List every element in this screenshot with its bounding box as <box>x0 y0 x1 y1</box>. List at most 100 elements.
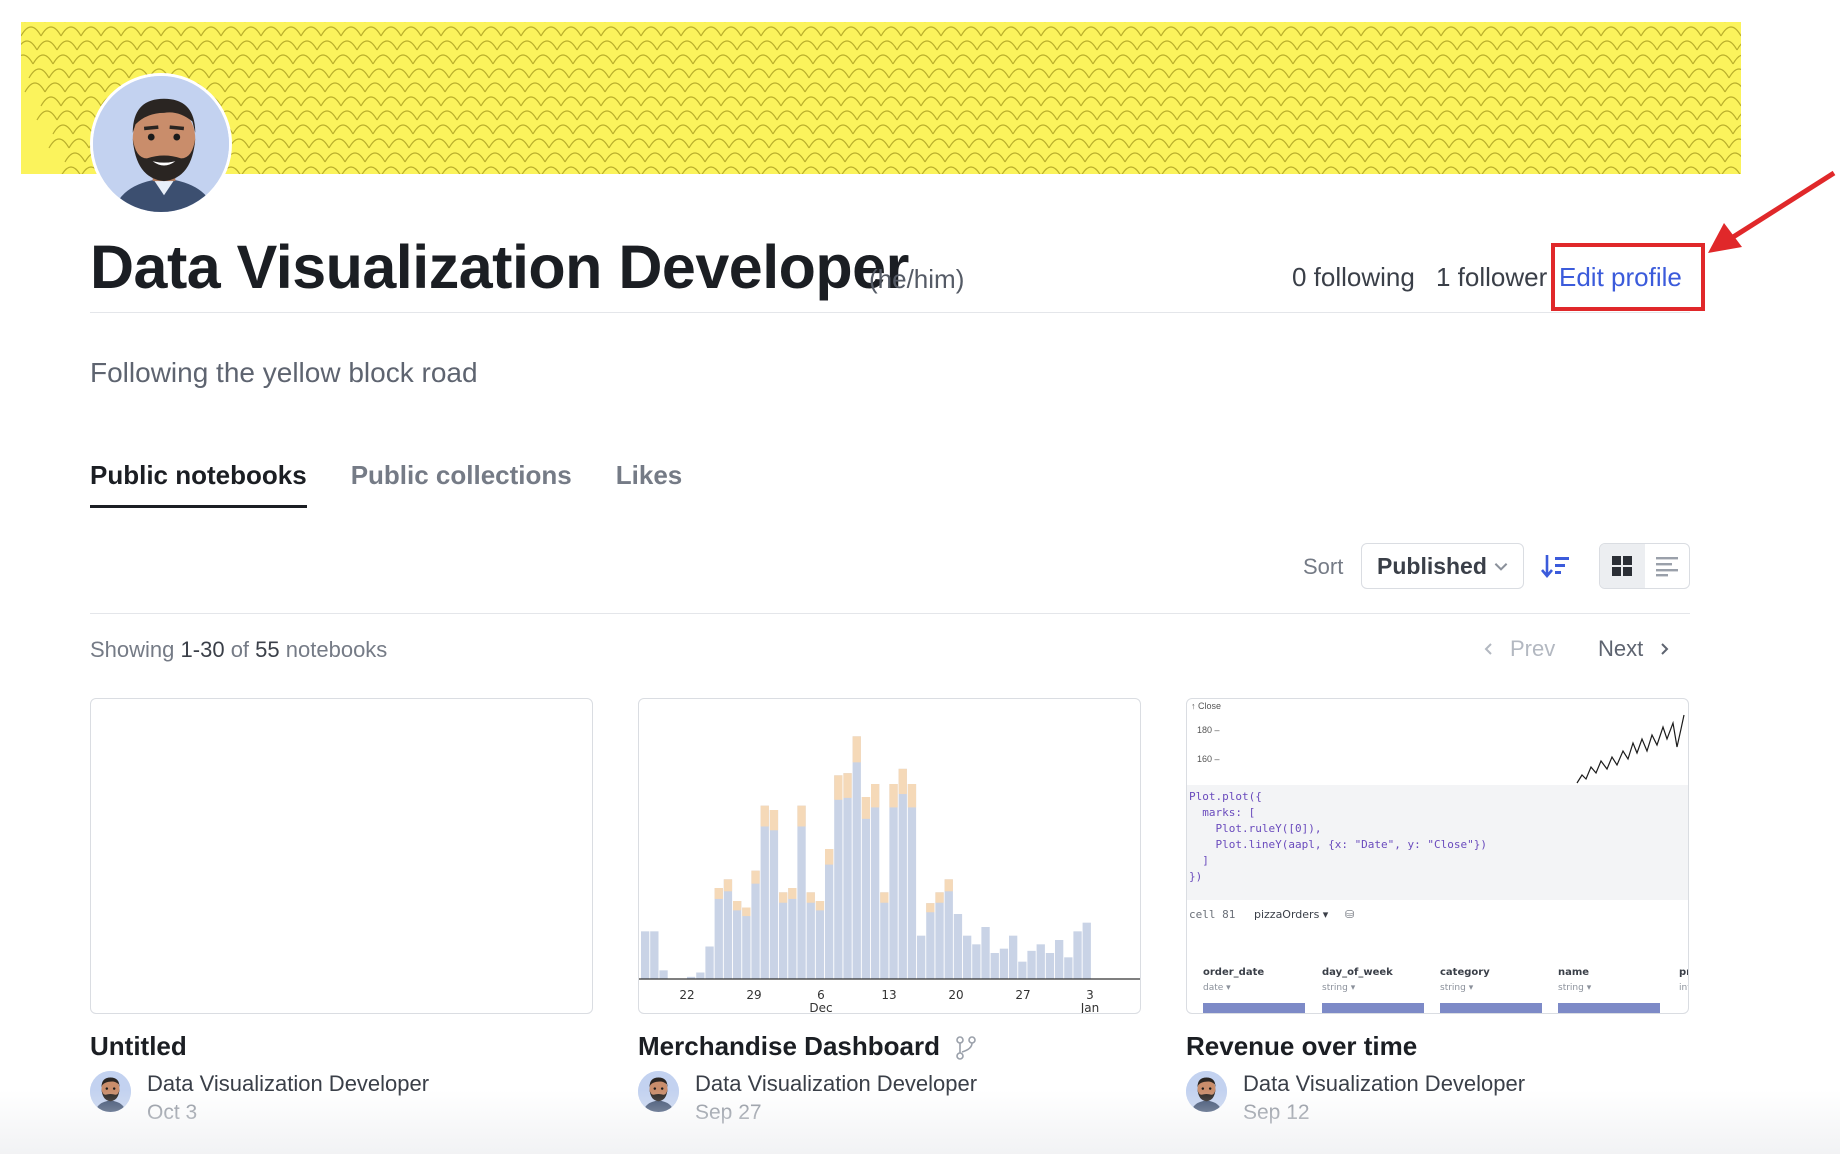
profile-banner <box>21 22 1741 174</box>
bar <box>779 892 788 979</box>
bar-top <box>871 784 880 808</box>
bar <box>769 810 779 979</box>
sort-dropdown-value: Published <box>1377 552 1487 579</box>
author-name[interactable]: Data Visualization Developer <box>147 1071 429 1097</box>
bar <box>705 946 714 979</box>
bar <box>917 935 926 979</box>
notebook-thumbnail-bar-chart: 22 29 6 13 20 27 3 Dec Jan <box>639 736 1140 1014</box>
list-view-button[interactable] <box>1645 544 1690 588</box>
bar-top <box>779 892 788 903</box>
notebook-card-untitled[interactable] <box>90 698 593 1014</box>
bar-top <box>751 870 760 884</box>
next-page-button[interactable]: Next <box>1598 636 1671 662</box>
notebook-card-revenue-over-time[interactable]: ↑ Close 180 – 160 – Plot.plot({ marks: [… <box>1186 698 1689 1014</box>
tick-label: 22 <box>679 988 694 1002</box>
column-header[interactable]: order_date <box>1203 967 1264 978</box>
prev-page-label: Prev <box>1510 636 1556 661</box>
tick-label: 6 <box>817 988 825 1002</box>
results-prefix: Showing <box>90 637 175 662</box>
bar-top <box>797 805 806 827</box>
cell-number: cell 81 <box>1189 908 1236 921</box>
bar <box>999 948 1009 979</box>
bar <box>815 901 825 979</box>
bar <box>843 773 852 979</box>
author-avatar[interactable] <box>90 1071 131 1112</box>
bar <box>852 736 861 979</box>
tab-public-collections[interactable]: Public collections <box>351 460 572 508</box>
code-line: Plot.plot({ <box>1189 790 1262 803</box>
column-histogram <box>1558 1003 1660 1013</box>
bar <box>788 888 797 979</box>
bar-top <box>926 903 935 913</box>
column-header[interactable]: pr <box>1679 967 1688 978</box>
bearded-man-avatar-icon <box>638 1071 679 1112</box>
notebook-card-merchandise-dashboard[interactable]: 22 29 6 13 20 27 3 Dec Jan <box>638 698 1141 1014</box>
bar-top <box>806 892 815 903</box>
toolbar-divider <box>90 613 1690 614</box>
author-avatar[interactable] <box>1186 1071 1227 1112</box>
bar-top <box>723 879 733 892</box>
chevron-left-icon <box>1484 643 1492 655</box>
bearded-man-avatar-icon <box>93 76 229 212</box>
bar <box>714 888 723 979</box>
author-name[interactable]: Data Visualization Developer <box>695 1071 977 1097</box>
bar-top <box>907 784 917 808</box>
column-header[interactable]: category <box>1440 967 1490 978</box>
header-divider <box>90 312 1690 313</box>
code-line: ] <box>1189 854 1209 867</box>
tick-label: 3 <box>1086 988 1094 1002</box>
follower-count[interactable]: 1 follower <box>1436 262 1547 293</box>
bar <box>834 775 843 979</box>
following-count[interactable]: 0 following <box>1292 262 1415 293</box>
bar <box>1064 957 1073 979</box>
results-total: 55 <box>255 637 280 662</box>
results-suffix: notebooks <box>285 637 388 662</box>
bar-top <box>935 892 944 903</box>
bar-top <box>861 797 871 819</box>
tab-public-notebooks[interactable]: Public notebooks <box>90 460 307 508</box>
bearded-man-avatar-icon <box>90 1071 131 1112</box>
tick-label: 29 <box>746 988 761 1002</box>
profile-pronouns: (he/him) <box>869 264 965 294</box>
bar <box>806 892 815 979</box>
month-label: Dec <box>809 1001 832 1014</box>
cell-name: pizzaOrders ▾ <box>1253 908 1329 921</box>
bar <box>990 953 999 979</box>
code-cell: Plot.plot({ marks: [ Plot.ruleY([0]), Pl… <box>1187 785 1688 900</box>
prev-page-button[interactable]: Prev <box>1482 636 1555 662</box>
bar <box>1055 940 1064 979</box>
code-line: Plot.lineY(aapl, {x: "Date", y: "Close"}… <box>1189 838 1488 851</box>
bar-top <box>852 736 861 763</box>
tab-likes[interactable]: Likes <box>616 460 683 508</box>
bar-top <box>733 901 742 911</box>
bar <box>797 805 806 979</box>
code-line: marks: [ <box>1189 806 1256 819</box>
column-histogram <box>1440 1003 1542 1013</box>
bar <box>1036 944 1045 979</box>
notebook-title-text: Merchandise Dashboard <box>638 1031 940 1061</box>
bar <box>898 768 907 979</box>
grid-view-button[interactable] <box>1600 544 1645 588</box>
column-header[interactable]: day_of_week <box>1322 967 1393 978</box>
author-name[interactable]: Data Visualization Developer <box>1243 1071 1525 1097</box>
sort-dropdown[interactable]: Published <box>1361 543 1524 589</box>
bar-top <box>880 892 889 903</box>
column-type: date ▾ <box>1203 983 1231 993</box>
bar-top <box>760 805 769 827</box>
notebook-title[interactable]: Untitled <box>90 1031 187 1062</box>
bar <box>659 970 668 979</box>
column-type: string ▾ <box>1322 983 1356 993</box>
column-header[interactable]: name <box>1558 967 1589 978</box>
sort-descending-icon[interactable] <box>1541 553 1571 579</box>
bar <box>972 944 981 979</box>
author-avatar[interactable] <box>638 1071 679 1112</box>
notebook-title[interactable]: Merchandise Dashboard <box>638 1031 977 1062</box>
grid-view-icon <box>1612 556 1633 576</box>
bar <box>889 784 898 979</box>
column-type: int <box>1679 983 1688 993</box>
banner-pattern <box>21 22 1741 174</box>
bar-top <box>815 901 825 911</box>
notebook-title[interactable]: Revenue over time <box>1186 1031 1417 1062</box>
bar <box>953 914 963 979</box>
notebook-date: Oct 3 <box>147 1101 198 1124</box>
